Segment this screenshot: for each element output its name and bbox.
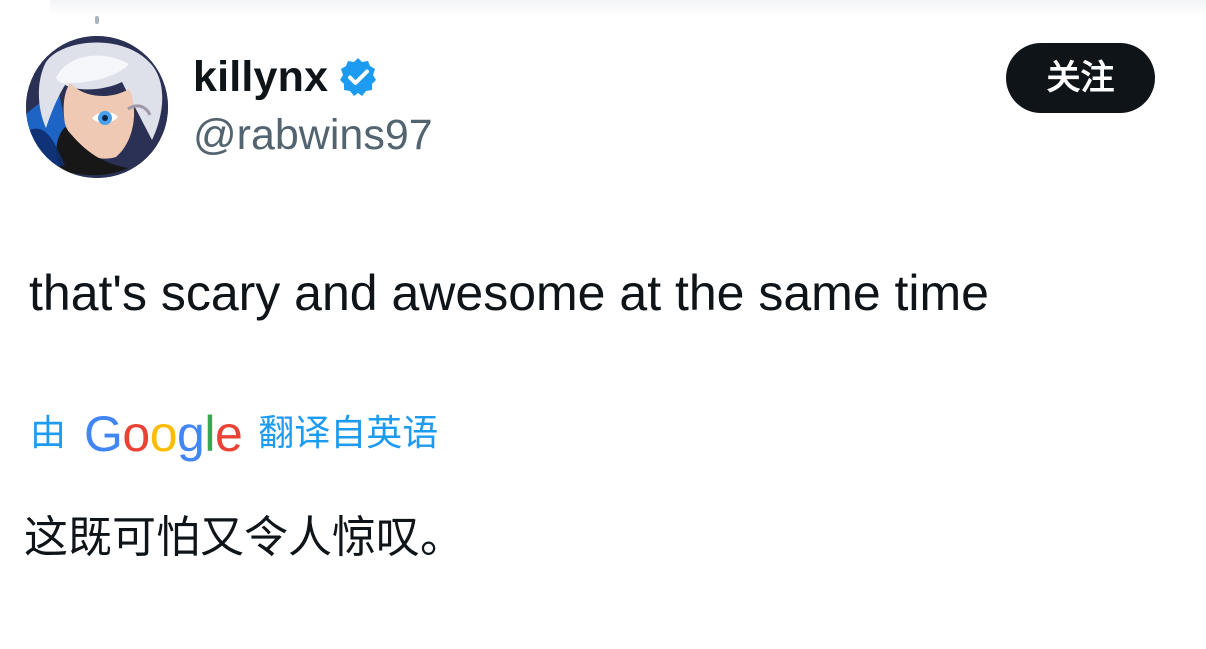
anime-avatar-icon [26, 36, 168, 178]
top-strip [50, 0, 1206, 16]
translation-attribution[interactable]: 由 Google 翻译自英语 [30, 403, 438, 465]
translation-prefix: 由 [30, 413, 67, 454]
author-display-name[interactable]: killynx [193, 48, 328, 106]
verified-badge-icon [337, 56, 379, 98]
tweet-header: killynx @rabwins97 关注 [26, 36, 1176, 180]
translation-source-language: 翻译自英语 [258, 413, 439, 454]
display-name-row: killynx [193, 48, 793, 106]
tweet-text: that's scary and awesome at the same tim… [29, 265, 989, 321]
follow-button[interactable]: 关注 [1006, 43, 1155, 113]
author-identity: killynx @rabwins97 [193, 48, 793, 168]
google-logo-icon: Google [84, 406, 243, 462]
top-indicator [95, 16, 99, 24]
author-handle[interactable]: @rabwins97 [193, 108, 793, 162]
translated-tweet-text: 这既可怕又令人惊叹。 [24, 512, 464, 563]
avatar[interactable] [26, 36, 168, 178]
